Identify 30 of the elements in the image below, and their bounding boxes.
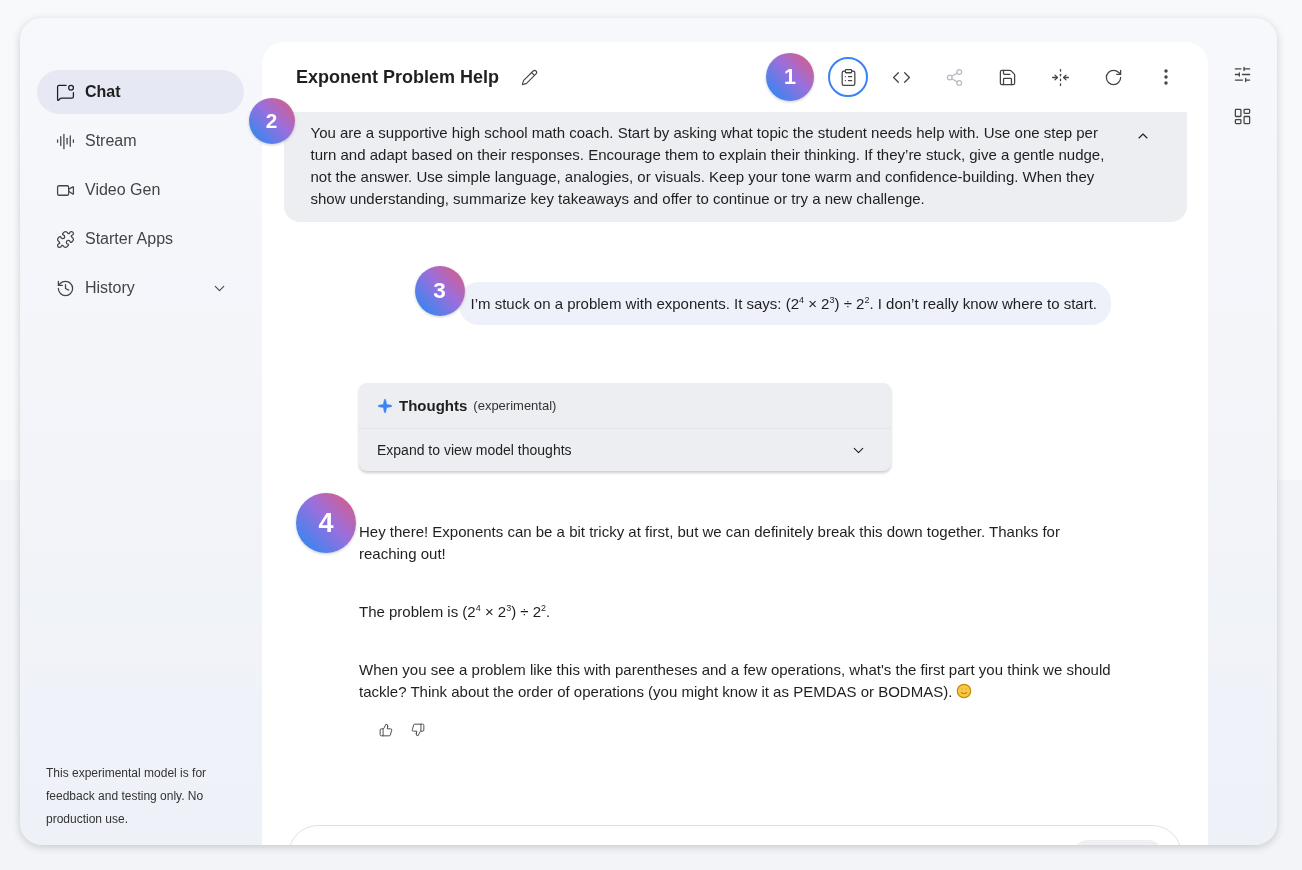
step-badge: 4 bbox=[296, 493, 356, 553]
smiley-icon bbox=[956, 683, 973, 699]
chat-icon bbox=[56, 82, 75, 102]
disclaimer-text: This experimental model is for feedback and testing only. No production use. bbox=[45, 765, 208, 828]
thumbs-down-icon bbox=[411, 723, 425, 737]
nav-item[interactable]: Starter Apps bbox=[37, 217, 244, 261]
expand-thoughts-button[interactable]: Expand to view model thoughts bbox=[359, 429, 891, 471]
step-badge: 2 bbox=[248, 98, 295, 144]
history-icon bbox=[56, 278, 75, 298]
puzzle-icon bbox=[56, 229, 75, 249]
nav-item[interactable]: Chat bbox=[37, 70, 244, 114]
sound-wave-icon bbox=[56, 131, 75, 151]
chat-title: Exponent Problem Help bbox=[296, 66, 500, 88]
sliders-icon bbox=[1233, 64, 1252, 84]
nav-item[interactable]: History bbox=[37, 266, 244, 310]
thoughts-title: Thoughts bbox=[399, 397, 468, 414]
step-badge: 1 bbox=[766, 53, 814, 101]
response-paragraph: Hey there! Exponents can be a bit tricky at first, but we can definitely break this down together. Thanks for reaching out! bbox=[359, 522, 1061, 564]
nav-item[interactable]: Stream bbox=[37, 119, 244, 163]
thoughts-note: (experimental) bbox=[473, 398, 557, 413]
pencil-icon bbox=[520, 68, 538, 86]
thumbs-up-icon bbox=[379, 723, 393, 737]
layout-icon bbox=[1233, 106, 1252, 126]
step-badge: 3 bbox=[414, 266, 465, 316]
sparkle-icon bbox=[377, 397, 393, 414]
system-instructions-text: You are a supportive high school math coach. Start by asking what topic the student needs help with. Use one step per turn and adapt based on their responses. Encourage them to explain their thinking. If they’re stuck, give a gentle nudge, not the answer. Use simple language, analogies, or visuals. Keep your tone warm and confidence-building. When they show understanding, summarize key takeaways and offer to continue or try a new challenge. bbox=[310, 123, 1106, 209]
response-paragraph: When you see a problem like this with parentheses and a few operations, what's the first part you think we should tackle? Think about the order of operations (you might know it as PEMDAS or BODMAS). bbox=[359, 660, 1111, 702]
nav-item[interactable]: Video Gen bbox=[37, 168, 244, 212]
response-paragraph: The problem is (2$^{4}$ × 2$^{3}$) ÷ 2$^{2}$. bbox=[359, 602, 552, 622]
clipboard-button[interactable] bbox=[828, 57, 868, 97]
